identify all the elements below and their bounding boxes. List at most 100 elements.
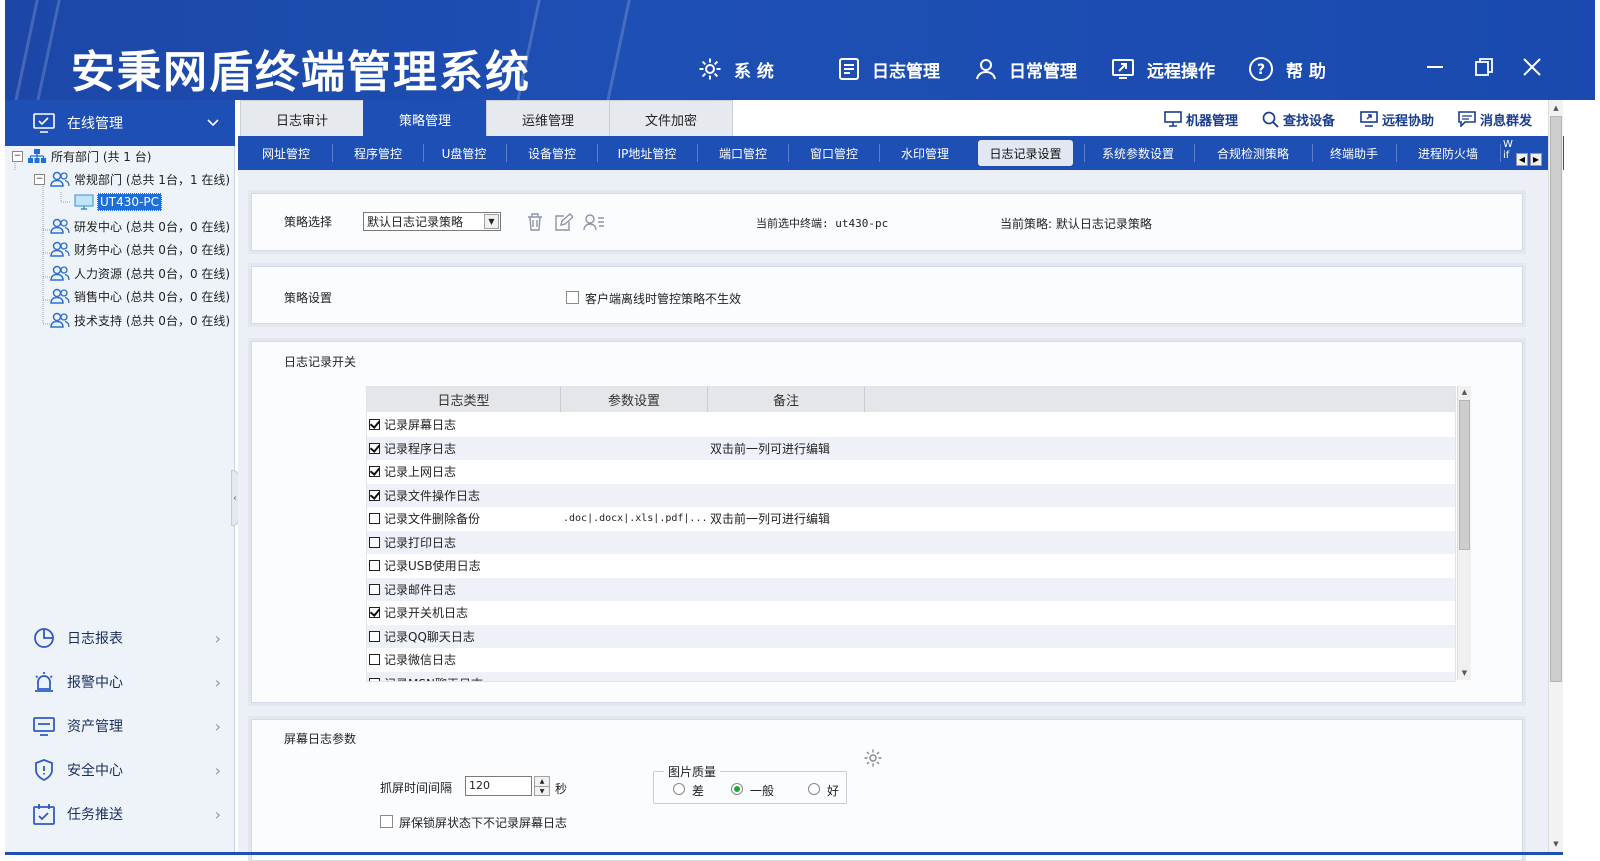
subtab-compliance-policy[interactable]: 合规检测策略 [1198, 140, 1308, 166]
table-vertical-scrollbar[interactable]: ▲ ▼ [1457, 386, 1471, 680]
column-header-params[interactable]: 参数设置 [561, 387, 708, 412]
tree-root[interactable]: − 所有部门 (共 1 台) [12, 146, 151, 166]
broadcast-message-link[interactable]: 消息群发 [1458, 108, 1532, 130]
collapse-toggle[interactable]: − [34, 173, 45, 185]
table-row[interactable]: 记录程序日志 双击前一列可进行编辑 [367, 436, 1455, 460]
restore-button[interactable] [1469, 52, 1499, 82]
table-row[interactable]: 记录文件删除备份 .doc|.docx|.xls|.pdf|... 双击前一列可进行… [367, 507, 1455, 530]
log-type-checkbox[interactable] [369, 607, 380, 618]
quality-option-good: 好 [827, 784, 840, 798]
subtab-terminal-assistant[interactable]: 终端助手 [1316, 140, 1392, 166]
tree-dept-hr[interactable]: 人力资源 (总共 0台，0 在线) [50, 263, 230, 283]
table-row[interactable]: 记录打印日志 [367, 530, 1455, 554]
menu-help[interactable]: ? 帮 助 [1248, 54, 1326, 84]
menu-system[interactable]: 系 统 [698, 54, 774, 84]
nav-task-push[interactable]: 任务推送 › [5, 794, 235, 834]
log-type-checkbox[interactable] [369, 513, 380, 524]
log-type-checkbox[interactable] [369, 419, 380, 430]
quality-radio-good[interactable] [808, 783, 820, 795]
page-vertical-scrollbar[interactable]: ▲ ▼ [1548, 100, 1563, 852]
param-cell[interactable]: .doc|.docx|.xls|.pdf|... [563, 507, 708, 530]
remote-assist-link[interactable]: 远程协助 [1360, 108, 1434, 130]
menu-remote-operation[interactable]: 远程操作 [1111, 54, 1215, 84]
table-row[interactable]: 记录文件操作日志 [367, 483, 1455, 507]
subtab-program-control[interactable]: 程序管控 [336, 140, 420, 166]
subtab-window-control[interactable]: 窗口管控 [792, 140, 876, 166]
tab-log-audit[interactable]: 日志审计 [240, 100, 364, 137]
tree-dept-finance[interactable]: 财务中心 (总共 0台，0 在线) [50, 239, 230, 259]
delete-policy-button[interactable] [524, 211, 546, 233]
subtab-ip-control[interactable]: IP地址管控 [601, 140, 693, 166]
collapse-toggle[interactable]: − [12, 150, 23, 162]
log-type-checkbox[interactable] [369, 536, 380, 548]
capture-interval-unit: 秒 [555, 782, 568, 796]
log-type-checkbox[interactable] [369, 442, 380, 454]
quality-radio-normal[interactable] [731, 783, 743, 795]
tree-dept-rnd[interactable]: 研发中心 (总共 0台，0 在线) [50, 216, 230, 236]
assign-policy-button[interactable] [583, 211, 605, 233]
log-type-checkbox[interactable] [369, 560, 380, 571]
policy-select-dropdown[interactable]: 默认日志记录策略 ▼ [363, 212, 501, 231]
scroll-up-arrow-icon[interactable]: ▲ [1550, 102, 1562, 114]
log-type-checkbox[interactable] [369, 630, 380, 642]
stepper-down-icon[interactable]: ▼ [535, 787, 549, 796]
tree-dept-sales[interactable]: 销售中心 (总共 0台，0 在线) [50, 286, 230, 306]
menu-log-management[interactable]: 日志管理 [838, 54, 940, 84]
nav-alarm-center[interactable]: 报警中心 › [5, 662, 235, 702]
stepper-up-icon[interactable]: ▲ [535, 777, 549, 787]
lockscreen-checkbox[interactable] [380, 815, 393, 828]
scroll-down-arrow-icon[interactable]: ▼ [1550, 838, 1562, 850]
tree-dept-regular[interactable]: − 常规部门 (总共 1台，1 在线) [34, 169, 230, 189]
table-row[interactable]: 记录微信日志 [367, 648, 1455, 671]
close-button[interactable] [1517, 52, 1547, 82]
log-type-checkbox[interactable] [369, 677, 380, 681]
online-management-header[interactable]: 在线管理 [5, 100, 235, 146]
table-row[interactable]: 记录QQ聊天日志 [367, 624, 1455, 648]
table-row[interactable]: 记录开关机日志 [367, 601, 1455, 624]
table-row[interactable]: 记录USB使用日志 [367, 554, 1455, 577]
subtab-port-control[interactable]: 端口管控 [701, 140, 785, 166]
log-type-cell: 记录上网日志 [369, 460, 456, 483]
nav-security-center[interactable]: 安全中心 › [5, 750, 235, 790]
log-type-checkbox[interactable] [369, 489, 380, 501]
subtab-device-control[interactable]: 设备管控 [510, 140, 594, 166]
subtab-usb-control[interactable]: U盘管控 [427, 140, 501, 166]
scroll-up-arrow-icon[interactable]: ▲ [1459, 387, 1470, 398]
capture-interval-input[interactable]: 120 [465, 776, 532, 796]
table-row[interactable]: 记录邮件日志 [367, 577, 1455, 601]
log-type-checkbox[interactable] [369, 654, 380, 665]
subtab-process-firewall[interactable]: 进程防火墙 [1400, 140, 1496, 166]
capture-interval-stepper[interactable]: ▲ ▼ [534, 776, 550, 796]
subtab-url-control[interactable]: 网址管控 [244, 140, 328, 166]
minimize-button[interactable] [1420, 52, 1450, 82]
table-row[interactable]: 记录上网日志 [367, 460, 1455, 483]
subtab-system-params[interactable]: 系统参数设置 [1088, 140, 1188, 166]
scroll-down-arrow-icon[interactable]: ▼ [1459, 668, 1470, 679]
menu-daily-management[interactable]: 日常管理 [975, 54, 1077, 84]
offline-policy-checkbox[interactable] [566, 291, 579, 304]
edit-policy-button[interactable] [553, 211, 575, 233]
nav-asset-management[interactable]: 资产管理 › [5, 706, 235, 746]
table-scrollbar-thumb[interactable] [1459, 400, 1470, 550]
subtab-watermark[interactable]: 水印管理 [883, 140, 967, 166]
quality-radio-poor[interactable] [673, 783, 685, 795]
column-header-log-type[interactable]: 日志类型 [367, 387, 561, 412]
log-type-checkbox[interactable] [369, 466, 380, 477]
find-device-link[interactable]: 查找设备 [1262, 108, 1335, 130]
table-row[interactable]: 记录MSN聊天日志 [367, 671, 1455, 681]
tab-ops-management[interactable]: 运维管理 [486, 100, 610, 137]
tab-file-encryption[interactable]: 文件加密 [609, 100, 733, 137]
page-scrollbar-thumb[interactable] [1550, 116, 1562, 682]
subtab-scroll-left-button[interactable]: ◀ [1516, 153, 1528, 166]
nav-log-report[interactable]: 日志报表 › [5, 618, 235, 658]
column-header-note[interactable]: 备注 [708, 387, 865, 412]
subtab-log-record-settings[interactable]: 日志记录设置 [978, 140, 1073, 166]
tree-terminal-ut430[interactable]: UT430-PC [74, 192, 162, 212]
screen-params-settings-button[interactable] [862, 747, 884, 769]
log-type-checkbox[interactable] [369, 583, 380, 595]
table-row[interactable]: 记录屏幕日志 [367, 413, 1455, 436]
tree-dept-tech[interactable]: 技术支持 (总共 0台，0 在线) [50, 310, 230, 330]
subtab-scroll-right-button[interactable]: ▶ [1530, 153, 1542, 166]
machine-management-link[interactable]: 机器管理 [1164, 108, 1238, 130]
tab-policy-management[interactable]: 策略管理 [363, 100, 487, 137]
